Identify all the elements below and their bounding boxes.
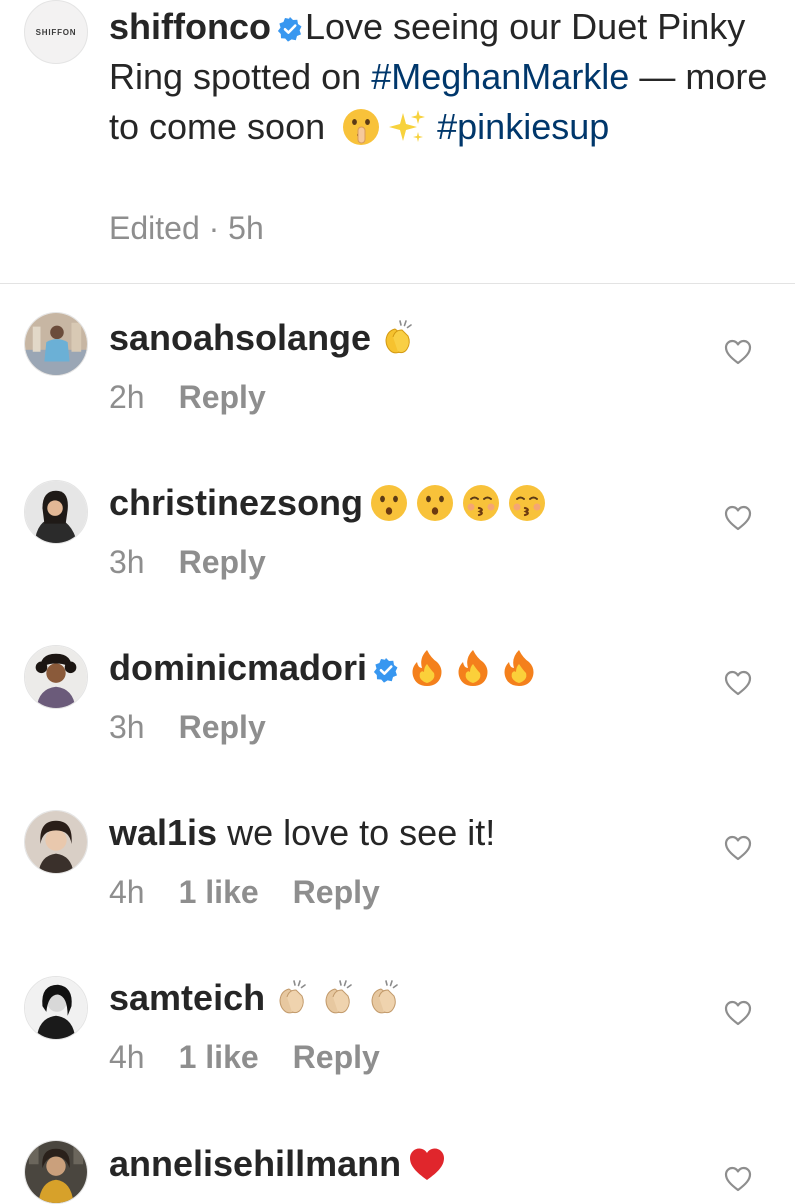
- comment-text: christinezsong: [109, 479, 709, 527]
- comment-meta: 3h Reply: [109, 544, 266, 581]
- author-avatar[interactable]: SHIFFON: [24, 0, 88, 64]
- reply-button[interactable]: Reply: [293, 874, 380, 910]
- comment-body: we love to see it!: [227, 812, 496, 853]
- comment-meta: 2h Reply: [109, 379, 266, 416]
- comment-time: 3h: [109, 709, 145, 745]
- comment-username[interactable]: christinezsong: [109, 482, 363, 523]
- reply-button[interactable]: Reply: [179, 379, 266, 415]
- fire-icon: [453, 648, 493, 688]
- fire-icon: [499, 648, 539, 688]
- comment-text: dominicmadori: [109, 644, 709, 692]
- clapping-hands-light-icon: [317, 978, 357, 1018]
- caption-divider: [0, 283, 795, 284]
- avatar-photo: [25, 313, 87, 375]
- likes-count-button[interactable]: 1 like: [179, 874, 259, 910]
- like-heart-icon[interactable]: [724, 670, 752, 696]
- comment-username[interactable]: sanoahsolange: [109, 317, 371, 358]
- like-heart-icon[interactable]: [724, 339, 752, 365]
- post-caption: shiffonco Love seeing our Duet Pinky Ring…: [109, 2, 769, 152]
- reply-button[interactable]: Reply: [179, 544, 266, 580]
- likes-count-button[interactable]: 1 like: [179, 1039, 259, 1075]
- commenter-avatar[interactable]: [24, 480, 88, 544]
- caption-meta: Edited · 5h: [109, 210, 264, 247]
- verified-badge-icon: [373, 657, 399, 683]
- avatar-photo: [25, 977, 87, 1039]
- like-heart-icon[interactable]: [724, 505, 752, 531]
- commenter-avatar[interactable]: [24, 810, 88, 874]
- shiffon-logo: SHIFFON: [35, 27, 77, 37]
- like-heart-icon[interactable]: [724, 1166, 752, 1192]
- hushed-face-icon: [369, 483, 409, 523]
- avatar-photo: [25, 646, 87, 708]
- avatar-photo: [25, 1141, 87, 1203]
- commenter-avatar[interactable]: [24, 312, 88, 376]
- like-heart-icon[interactable]: [724, 835, 752, 861]
- caption-username[interactable]: shiffonco: [109, 6, 271, 47]
- fire-icon: [407, 648, 447, 688]
- comment-text: samteich: [109, 974, 709, 1022]
- commenter-avatar[interactable]: [24, 976, 88, 1040]
- comment-time: 4h: [109, 1039, 145, 1075]
- comment-time: 3h: [109, 544, 145, 580]
- hashtag-meghanmarkle[interactable]: #MeghanMarkle: [371, 56, 629, 97]
- comment-time: 4h: [109, 874, 145, 910]
- clapping-hands-light-icon: [271, 978, 311, 1018]
- comment-username[interactable]: wal1is: [109, 812, 217, 853]
- comment-meta: 4h 1 like Reply: [109, 1039, 380, 1076]
- reply-button[interactable]: Reply: [179, 709, 266, 745]
- comment-time: 2h: [109, 379, 145, 415]
- comment-username[interactable]: dominicmadori: [109, 647, 367, 688]
- comment-meta: 4h 1 like Reply: [109, 874, 380, 911]
- kissing-face-icon: [507, 483, 547, 523]
- avatar-photo: [25, 811, 87, 873]
- comment-meta: 3h Reply: [109, 709, 266, 746]
- comment-text: sanoahsolange: [109, 314, 709, 362]
- hushed-face-icon: [415, 483, 455, 523]
- comment-text: annelisehillmann: [109, 1140, 709, 1188]
- meta-separator: ·: [208, 210, 220, 246]
- clapping-hands-light-icon: [363, 978, 403, 1018]
- kissing-face-icon: [461, 483, 501, 523]
- comment-username[interactable]: samteich: [109, 977, 265, 1018]
- hashtag-pinkiesup[interactable]: #pinkiesup: [437, 106, 609, 147]
- verified-badge-icon: [277, 16, 303, 42]
- like-heart-icon[interactable]: [724, 1000, 752, 1026]
- avatar-photo: [25, 481, 87, 543]
- edited-label: Edited: [109, 210, 200, 246]
- sparkles-icon: [387, 107, 427, 147]
- clapping-hands-icon: [377, 318, 417, 358]
- comment-text: wal1is we love to see it!: [109, 809, 709, 857]
- commenter-avatar[interactable]: [24, 645, 88, 709]
- commenter-avatar[interactable]: [24, 1140, 88, 1204]
- reply-button[interactable]: Reply: [293, 1039, 380, 1075]
- red-heart-icon: [407, 1144, 447, 1184]
- shushing-face-icon: [341, 107, 381, 147]
- comment-username[interactable]: annelisehillmann: [109, 1143, 401, 1184]
- caption-time: 5h: [228, 210, 264, 246]
